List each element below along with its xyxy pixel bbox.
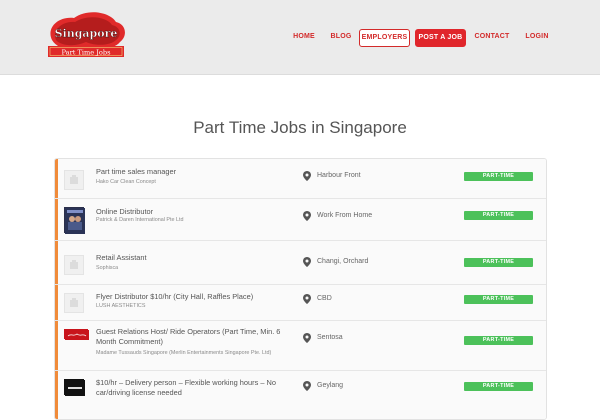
job-location: Changi, Orchard	[317, 258, 369, 265]
nav-blog[interactable]: BLOG	[325, 29, 357, 45]
job-title[interactable]: Retail Assistant	[96, 253, 147, 262]
row-accent	[55, 321, 58, 370]
job-type-badge: PART-TIME	[464, 172, 533, 181]
location-pin-icon	[303, 294, 311, 304]
job-type-badge: PART-TIME	[464, 211, 533, 220]
row-accent	[55, 199, 58, 240]
job-location: Geylang	[317, 382, 344, 389]
job-type-badge: PART-TIME	[464, 295, 533, 304]
job-location: Work From Home	[317, 212, 373, 219]
row-accent	[55, 159, 58, 198]
company-name: Hako Car Clean Concept	[96, 179, 156, 185]
nav-post-a-job[interactable]: POST A JOB	[415, 29, 466, 47]
site-header: Singapore Part Time Jobs HOME BLOG EMPLO…	[0, 0, 600, 75]
company-name: LUSH AESTHETICS	[96, 303, 146, 309]
placeholder-icon	[64, 293, 84, 313]
job-row[interactable]: $10/hr – Delivery person – Flexible work…	[55, 371, 546, 419]
company-name: Patrick & Daren International Pte Ltd	[96, 217, 184, 223]
logo-text-bottom: Part Time Jobs	[62, 49, 112, 57]
job-row[interactable]: Flyer Distributor $10/hr (City Hall, Raf…	[55, 285, 546, 321]
job-location: Harbour Front	[317, 172, 361, 179]
nav-contact[interactable]: CONTACT	[471, 29, 513, 45]
location-pin-icon	[303, 211, 311, 221]
job-row[interactable]: Retail Assistant Sophisca Changi, Orchar…	[55, 241, 546, 285]
job-title[interactable]: Guest Relations Host/ Ride Operators (Pa…	[96, 327, 296, 347]
job-title[interactable]: Online Distributor	[96, 207, 153, 216]
location-pin-icon	[303, 381, 311, 391]
madame-tussauds-logo	[64, 329, 89, 340]
row-accent	[55, 241, 58, 284]
location-pin-icon	[303, 171, 311, 181]
nav-login[interactable]: LOGIN	[519, 29, 555, 45]
site-logo[interactable]: Singapore Part Time Jobs	[44, 10, 128, 62]
job-type-badge: PART-TIME	[464, 336, 533, 345]
company-logo	[64, 207, 85, 234]
job-title[interactable]: Part time sales manager	[96, 167, 176, 176]
nav-home[interactable]: HOME	[287, 29, 321, 45]
job-row[interactable]: Guest Relations Host/ Ride Operators (Pa…	[55, 321, 546, 371]
job-type-badge: PART-TIME	[464, 382, 533, 391]
nav-employers[interactable]: EMPLOYERS	[359, 29, 410, 47]
placeholder-icon	[64, 255, 84, 275]
job-list: Part time sales manager Hako Car Clean C…	[54, 158, 547, 420]
company-name: Madame Tussauds Singapore (Merlin Entert…	[96, 350, 272, 356]
location-pin-icon	[303, 333, 311, 343]
row-accent	[55, 285, 58, 320]
page-title: Part Time Jobs in Singapore	[193, 118, 407, 137]
company-name: Sophisca	[96, 265, 119, 271]
location-pin-icon	[303, 257, 311, 267]
logo-text-top: Singapore	[55, 27, 118, 40]
job-title[interactable]: $10/hr – Delivery person – Flexible work…	[96, 378, 296, 398]
placeholder-icon	[64, 170, 84, 190]
company-logo	[64, 379, 85, 396]
job-location: Sentosa	[317, 334, 343, 341]
row-accent	[55, 371, 58, 419]
job-location: CBD	[317, 295, 332, 302]
job-title[interactable]: Flyer Distributor $10/hr (City Hall, Raf…	[96, 292, 253, 301]
job-row[interactable]: Part time sales manager Hako Car Clean C…	[55, 159, 546, 199]
job-type-badge: PART-TIME	[464, 258, 533, 267]
job-row[interactable]: Online Distributor Patrick & Daren Inter…	[55, 199, 546, 241]
